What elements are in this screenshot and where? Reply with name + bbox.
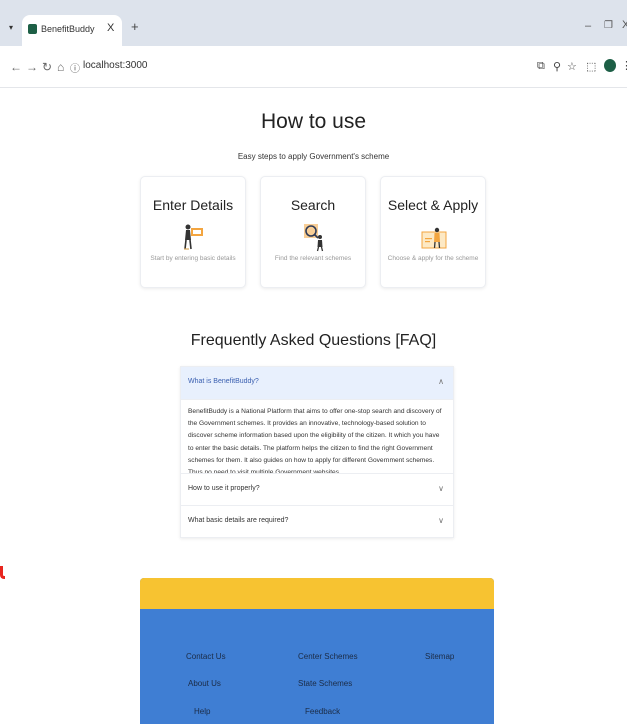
minimize-icon[interactable]: –: [585, 20, 591, 32]
footer-link-about-us[interactable]: About Us: [188, 679, 221, 688]
faq-question-text: What basic details are required?: [188, 517, 289, 524]
forward-icon[interactable]: →: [26, 60, 38, 74]
zoom-icon[interactable]: ⚲: [553, 60, 561, 73]
home-icon[interactable]: ⌂: [57, 60, 64, 74]
step-card-search[interactable]: Search Find the relevant schemes: [260, 176, 366, 288]
magnifier-person-icon: [304, 224, 324, 252]
faq-question[interactable]: How to use it properly? ∨: [181, 473, 453, 505]
profile-avatar[interactable]: [604, 59, 616, 72]
step-title: Search: [290, 197, 336, 213]
step-description: Start by entering basic details: [150, 255, 236, 262]
bookmark-star-icon[interactable]: ☆: [567, 60, 577, 73]
faq-accordion: What is BenefitBuddy? ∧ BenefitBuddy is …: [180, 366, 454, 538]
step-title: Enter Details: [152, 197, 234, 213]
address-bar[interactable]: localhost:3000: [83, 60, 148, 71]
menu-kebab-icon[interactable]: ⋮: [621, 59, 627, 72]
step-description: Find the relevant schemes: [274, 255, 352, 262]
favicon-icon: [28, 24, 37, 34]
page-title: How to use: [260, 110, 367, 133]
tab-title: BenefitBuddy: [41, 24, 95, 34]
footer-link-help[interactable]: Help: [194, 707, 210, 716]
new-tab-button[interactable]: +: [131, 19, 139, 34]
faq-question-text: How to use it properly?: [188, 485, 260, 492]
site-info-icon[interactable]: ⓘ: [70, 60, 80, 75]
chevron-up-icon[interactable]: ∧: [438, 377, 444, 386]
tab-close-icon[interactable]: X: [107, 22, 114, 34]
step-description: Choose & apply for the scheme: [387, 255, 479, 262]
faq-question-text: What is BenefitBuddy?: [188, 378, 259, 385]
browser-tab-bar: ▾ BenefitBuddy X + – ❐ X: [0, 0, 627, 46]
window-close-icon[interactable]: X: [622, 19, 627, 31]
reload-icon[interactable]: ↻: [42, 60, 52, 74]
footer-yellow-band: [140, 578, 494, 609]
maximize-icon[interactable]: ❐: [604, 20, 613, 31]
faq-question[interactable]: What is BenefitBuddy? ∧: [181, 367, 453, 399]
extensions-icon[interactable]: ⬚: [586, 60, 596, 73]
step-title: Select & Apply: [387, 197, 479, 213]
footer: Contact Us Center Schemes Sitemap About …: [140, 578, 494, 724]
faq-title: Frequently Asked Questions [FAQ]: [190, 332, 437, 349]
back-icon[interactable]: ←: [10, 60, 22, 74]
chevron-down-icon[interactable]: ∨: [438, 484, 444, 493]
apply-document-icon: [421, 227, 447, 249]
install-icon[interactable]: ⧉: [537, 60, 545, 73]
browser-toolbar: ← → ↻ ⌂ ⓘ localhost:3000 ⧉ ⚲ ☆ ⬚ ⋮: [0, 46, 627, 88]
faq-question[interactable]: What basic details are required? ∨: [181, 505, 453, 537]
person-laptop-icon: [184, 224, 203, 250]
red-annotation-mark: [0, 566, 5, 579]
footer-link-state-schemes[interactable]: State Schemes: [298, 679, 352, 688]
tab-search-chevron-icon[interactable]: ▾: [9, 23, 13, 32]
browser-tab[interactable]: BenefitBuddy X: [22, 15, 122, 46]
footer-link-center-schemes[interactable]: Center Schemes: [298, 652, 358, 661]
footer-link-contact-us[interactable]: Contact Us: [186, 652, 226, 661]
step-card-select-apply[interactable]: Select & Apply Choose & apply for the sc…: [380, 176, 486, 288]
footer-link-feedback[interactable]: Feedback: [305, 707, 340, 716]
footer-link-sitemap[interactable]: Sitemap: [425, 652, 454, 661]
chevron-down-icon[interactable]: ∨: [438, 516, 444, 525]
step-card-enter-details[interactable]: Enter Details Start by entering basic de…: [140, 176, 246, 288]
faq-answer: BenefitBuddy is a National Platform that…: [181, 399, 453, 473]
page-subtitle: Easy steps to apply Government's scheme: [237, 152, 390, 161]
